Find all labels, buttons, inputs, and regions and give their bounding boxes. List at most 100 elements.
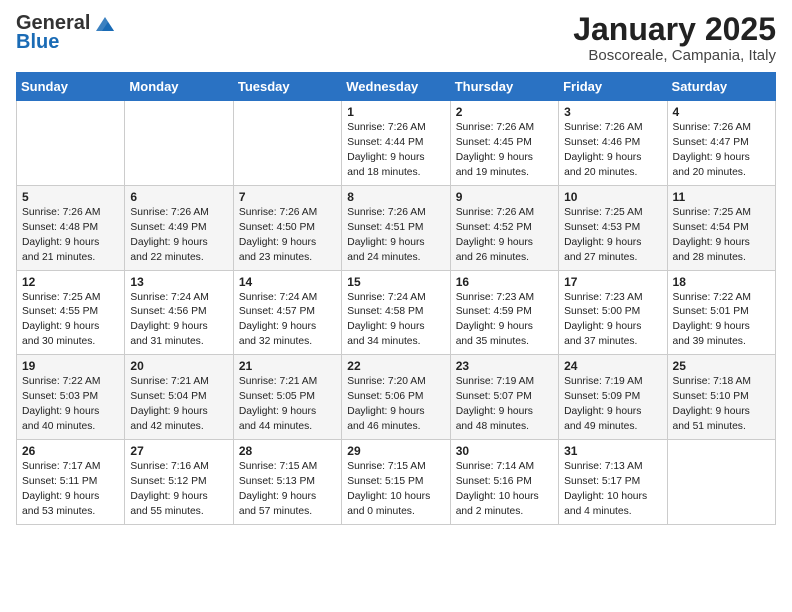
- day-number: 22: [347, 359, 444, 373]
- day-info: Sunrise: 7:26 AM Sunset: 4:48 PM Dayligh…: [22, 206, 119, 266]
- column-header-wednesday: Wednesday: [342, 73, 450, 101]
- calendar-cell: 11 Sunrise: 7:25 AM Sunset: 4:54 PM Dayli…: [667, 185, 775, 270]
- calendar-cell: 21Sunrise: 7:21 AM Sunset: 5:05 PM Dayli…: [233, 355, 341, 440]
- day-number: 29: [347, 444, 444, 458]
- day-number: 30: [456, 444, 553, 458]
- day-number: 28: [239, 444, 336, 458]
- calendar-cell: 30 Sunrise: 7:14 AM Sunset: 5:16 PM Dayli…: [450, 439, 558, 524]
- calendar-week-row: 1 Sunrise: 7:26 AM Sunset: 4:44 PM Daylig…: [17, 101, 776, 186]
- calendar-week-row: 5 Sunrise: 7:26 AM Sunset: 4:48 PM Daylig…: [17, 185, 776, 270]
- day-number: 26: [22, 444, 119, 458]
- day-info: Sunrise: 7:26 AM Sunset: 4:47 PM Dayligh…: [673, 121, 770, 181]
- title-block: January 2025 Boscoreale, Campania, Italy: [573, 12, 776, 64]
- calendar-cell: 27 Sunrise: 7:16 AM Sunset: 5:12 PM Dayli…: [125, 439, 233, 524]
- calendar-cell: [17, 101, 125, 186]
- day-info: Sunrise: 7:23 AM Sunset: 4:59 PM Dayligh…: [456, 291, 553, 351]
- day-info: Sunrise: 7:25 AM Sunset: 4:55 PM Dayligh…: [22, 291, 119, 351]
- calendar-week-row: 12 Sunrise: 7:25 AM Sunset: 4:55 PM Dayli…: [17, 270, 776, 355]
- day-number: 17: [564, 275, 661, 289]
- day-info: Sunrise: 7:15 AM Sunset: 5:15 PM Dayligh…: [347, 460, 444, 520]
- day-number: 19: [22, 359, 119, 373]
- calendar-cell: 13 Sunrise: 7:24 AM Sunset: 4:56 PM Dayli…: [125, 270, 233, 355]
- calendar-cell: 14 Sunrise: 7:24 AM Sunset: 4:57 PM Dayli…: [233, 270, 341, 355]
- calendar-cell: 25 Sunrise: 7:18 AM Sunset: 5:10 PM Dayli…: [667, 355, 775, 440]
- column-header-friday: Friday: [559, 73, 667, 101]
- calendar-cell: [667, 439, 775, 524]
- day-info: Sunrise: 7:26 AM Sunset: 4:51 PM Dayligh…: [347, 206, 444, 266]
- logo-text: General Blue: [16, 12, 116, 54]
- day-info: Sunrise: 7:26 AM Sunset: 4:52 PM Dayligh…: [456, 206, 553, 266]
- day-info: Sunrise: 7:26 AM Sunset: 4:46 PM Dayligh…: [564, 121, 661, 181]
- calendar-cell: 20Sunrise: 7:21 AM Sunset: 5:04 PM Dayli…: [125, 355, 233, 440]
- calendar-cell: 16 Sunrise: 7:23 AM Sunset: 4:59 PM Dayli…: [450, 270, 558, 355]
- day-info: Sunrise: 7:22 AM Sunset: 5:03 PM Dayligh…: [22, 375, 119, 435]
- day-number: 10: [564, 190, 661, 204]
- calendar-header-row: SundayMondayTuesdayWednesdayThursdayFrid…: [17, 73, 776, 101]
- day-number: 3: [564, 105, 661, 119]
- day-info: Sunrise: 7:18 AM Sunset: 5:10 PM Dayligh…: [673, 375, 770, 435]
- logo-icon: [94, 13, 116, 35]
- day-info: Sunrise: 7:17 AM Sunset: 5:11 PM Dayligh…: [22, 460, 119, 520]
- day-info: Sunrise: 7:21 AM Sunset: 5:04 PM Dayligh…: [130, 375, 227, 435]
- day-info: Sunrise: 7:23 AM Sunset: 5:00 PM Dayligh…: [564, 291, 661, 351]
- day-info: Sunrise: 7:16 AM Sunset: 5:12 PM Dayligh…: [130, 460, 227, 520]
- day-number: 6: [130, 190, 227, 204]
- day-info: Sunrise: 7:25 AM Sunset: 4:54 PM Dayligh…: [673, 206, 770, 266]
- day-info: Sunrise: 7:24 AM Sunset: 4:57 PM Dayligh…: [239, 291, 336, 351]
- day-info: Sunrise: 7:15 AM Sunset: 5:13 PM Dayligh…: [239, 460, 336, 520]
- day-info: Sunrise: 7:26 AM Sunset: 4:50 PM Dayligh…: [239, 206, 336, 266]
- calendar-cell: [125, 101, 233, 186]
- day-number: 13: [130, 275, 227, 289]
- day-info: Sunrise: 7:14 AM Sunset: 5:16 PM Dayligh…: [456, 460, 553, 520]
- calendar-cell: 19 Sunrise: 7:22 AM Sunset: 5:03 PM Dayli…: [17, 355, 125, 440]
- day-info: Sunrise: 7:25 AM Sunset: 4:53 PM Dayligh…: [564, 206, 661, 266]
- calendar-cell: 28 Sunrise: 7:15 AM Sunset: 5:13 PM Dayli…: [233, 439, 341, 524]
- day-number: 2: [456, 105, 553, 119]
- month-title: January 2025: [573, 12, 776, 47]
- calendar-cell: 7Sunrise: 7:26 AM Sunset: 4:50 PM Daylig…: [233, 185, 341, 270]
- calendar-cell: 26 Sunrise: 7:17 AM Sunset: 5:11 PM Dayli…: [17, 439, 125, 524]
- day-number: 27: [130, 444, 227, 458]
- day-info: Sunrise: 7:26 AM Sunset: 4:45 PM Dayligh…: [456, 121, 553, 181]
- day-info: Sunrise: 7:26 AM Sunset: 4:49 PM Dayligh…: [130, 206, 227, 266]
- day-number: 14: [239, 275, 336, 289]
- calendar-wrapper: SundayMondayTuesdayWednesdayThursdayFrid…: [0, 72, 792, 540]
- day-number: 1: [347, 105, 444, 119]
- day-number: 11: [673, 190, 770, 204]
- calendar-cell: 31Sunrise: 7:13 AM Sunset: 5:17 PM Dayli…: [559, 439, 667, 524]
- calendar-cell: 3 Sunrise: 7:26 AM Sunset: 4:46 PM Daylig…: [559, 101, 667, 186]
- calendar-week-row: 26 Sunrise: 7:17 AM Sunset: 5:11 PM Dayli…: [17, 439, 776, 524]
- day-number: 12: [22, 275, 119, 289]
- calendar-cell: 4Sunrise: 7:26 AM Sunset: 4:47 PM Daylig…: [667, 101, 775, 186]
- day-number: 8: [347, 190, 444, 204]
- calendar-cell: 15 Sunrise: 7:24 AM Sunset: 4:58 PM Dayli…: [342, 270, 450, 355]
- day-number: 16: [456, 275, 553, 289]
- calendar-cell: 1 Sunrise: 7:26 AM Sunset: 4:44 PM Daylig…: [342, 101, 450, 186]
- day-info: Sunrise: 7:20 AM Sunset: 5:06 PM Dayligh…: [347, 375, 444, 435]
- day-info: Sunrise: 7:24 AM Sunset: 4:58 PM Dayligh…: [347, 291, 444, 351]
- calendar-cell: [233, 101, 341, 186]
- calendar-cell: 23 Sunrise: 7:19 AM Sunset: 5:07 PM Dayli…: [450, 355, 558, 440]
- day-number: 9: [456, 190, 553, 204]
- calendar-cell: 22 Sunrise: 7:20 AM Sunset: 5:06 PM Dayli…: [342, 355, 450, 440]
- day-info: Sunrise: 7:13 AM Sunset: 5:17 PM Dayligh…: [564, 460, 661, 520]
- day-info: Sunrise: 7:24 AM Sunset: 4:56 PM Dayligh…: [130, 291, 227, 351]
- day-number: 18: [673, 275, 770, 289]
- column-header-thursday: Thursday: [450, 73, 558, 101]
- calendar-cell: 8 Sunrise: 7:26 AM Sunset: 4:51 PM Daylig…: [342, 185, 450, 270]
- calendar-cell: 17 Sunrise: 7:23 AM Sunset: 5:00 PM Dayli…: [559, 270, 667, 355]
- calendar-cell: 6 Sunrise: 7:26 AM Sunset: 4:49 PM Daylig…: [125, 185, 233, 270]
- calendar-cell: 24Sunrise: 7:19 AM Sunset: 5:09 PM Dayli…: [559, 355, 667, 440]
- column-header-monday: Monday: [125, 73, 233, 101]
- day-info: Sunrise: 7:19 AM Sunset: 5:07 PM Dayligh…: [456, 375, 553, 435]
- day-info: Sunrise: 7:26 AM Sunset: 4:44 PM Dayligh…: [347, 121, 444, 181]
- day-number: 23: [456, 359, 553, 373]
- day-number: 25: [673, 359, 770, 373]
- calendar-cell: 18 Sunrise: 7:22 AM Sunset: 5:01 PM Dayli…: [667, 270, 775, 355]
- day-info: Sunrise: 7:22 AM Sunset: 5:01 PM Dayligh…: [673, 291, 770, 351]
- column-header-sunday: Sunday: [17, 73, 125, 101]
- logo: General Blue: [16, 12, 116, 54]
- day-number: 15: [347, 275, 444, 289]
- day-number: 5: [22, 190, 119, 204]
- column-header-tuesday: Tuesday: [233, 73, 341, 101]
